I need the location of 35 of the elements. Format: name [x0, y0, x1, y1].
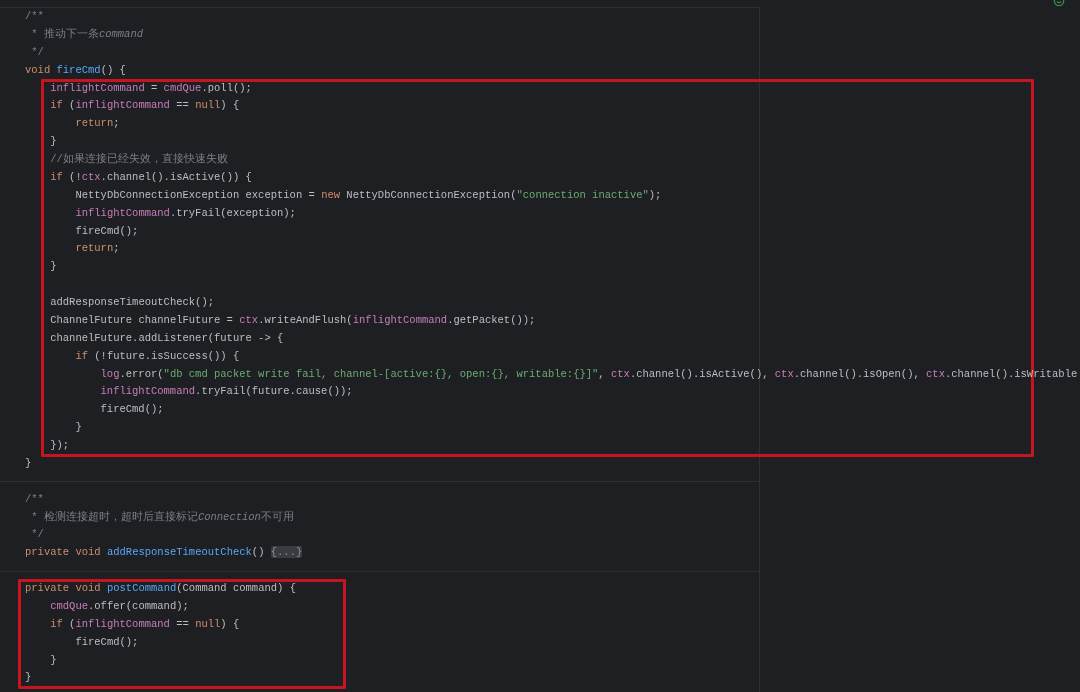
code-line: fireCmd();	[75, 223, 139, 239]
code-line: }	[25, 670, 32, 686]
code-line: * 检测连接超时，超时后直接标记Connection不可用	[30, 509, 294, 525]
code-line: /**	[25, 491, 44, 507]
code-line: if (inflightCommand == null) {	[50, 98, 240, 114]
code-line: fireCmd();	[75, 634, 139, 650]
code-line: private void postCommand(Command command) {	[25, 581, 296, 596]
code-line: /**	[25, 9, 44, 24]
code-line: channelFuture.addListener(future -> {	[50, 330, 284, 346]
code-line: void fireCmd() {	[25, 62, 126, 78]
code-line: if (!future.isSuccess()) {	[75, 348, 240, 364]
code-line: fireCmd();	[100, 402, 164, 418]
code-line: }	[50, 259, 57, 275]
code-line: addResponseTimeoutCheck();	[50, 295, 214, 310]
code-line: }	[50, 134, 57, 150]
code-line: cmdQue.offer(command);	[50, 598, 189, 614]
code-line: if (inflightCommand == null) {	[50, 616, 240, 632]
code-line: ChannelFuture channelFuture = ctx.writeAndFlush(inflightCommand.getPacket());	[50, 312, 536, 328]
code-line: * 推动下一条command	[30, 26, 143, 42]
code-line: return;	[75, 116, 120, 132]
code-line: */	[30, 527, 44, 543]
code-line: }	[25, 455, 32, 471]
code-line: */	[30, 44, 44, 60]
code-line: private void addResponseTimeoutCheck()	[25, 545, 266, 561]
code-line: });	[50, 438, 70, 453]
code-line: inflightCommand = cmdQue.poll();	[50, 80, 252, 96]
code-line: }	[50, 652, 57, 668]
code-line: //如果连接已经失效，直接快速失败	[50, 152, 228, 167]
code-line: NettyDbConnectionException exception = new NettyDbConnectionException("connection inactive");	[75, 187, 662, 203]
code-line: }	[75, 420, 82, 436]
code-line: return;	[75, 241, 120, 257]
code-line: inflightCommand.tryFail(future.cause());	[100, 384, 353, 400]
folded-code[interactable]: {...}	[270, 546, 303, 559]
code-line: if (!ctx.channel().isActive()) {	[50, 169, 252, 185]
code-line: inflightCommand.tryFail(exception);	[75, 205, 296, 221]
